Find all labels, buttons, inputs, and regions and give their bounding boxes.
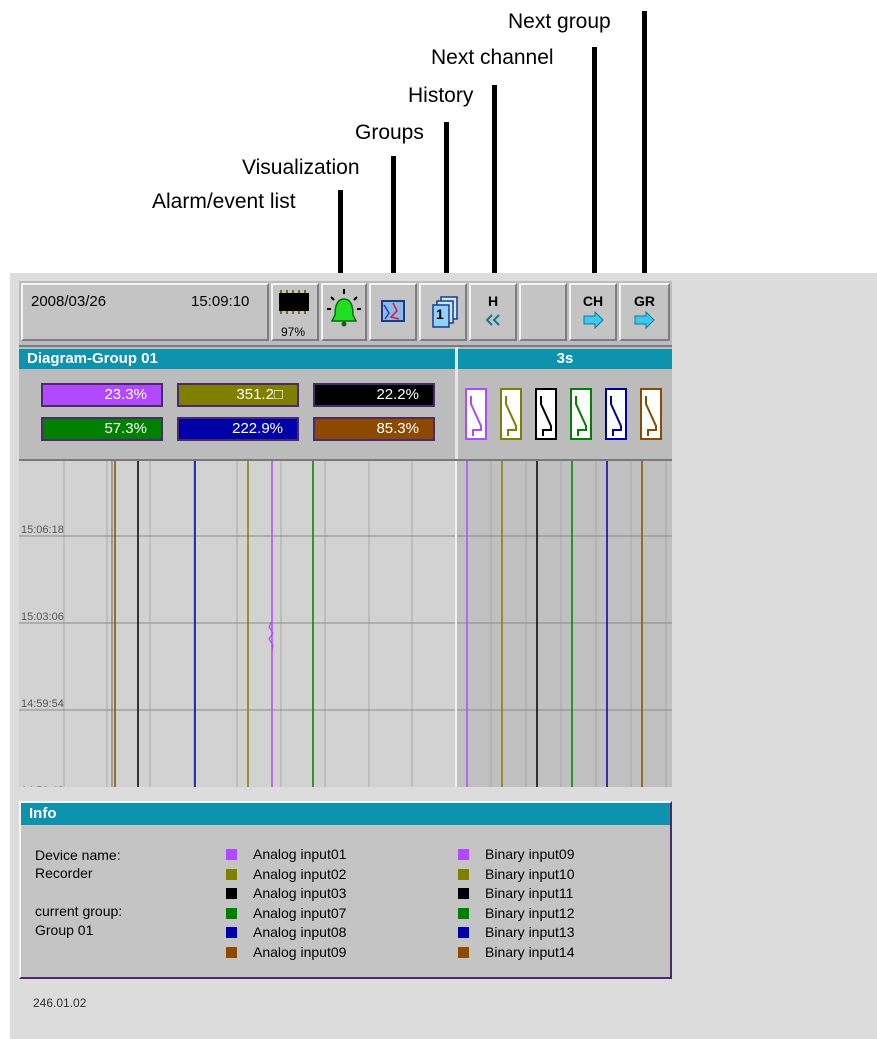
current-group-value: Group 01 <box>35 922 94 938</box>
analog-legend-item: Analog input07 <box>253 904 347 921</box>
legend-color-swatch <box>458 888 469 899</box>
channel-value-box: 23.3% <box>41 383 163 407</box>
callout-groups: Groups <box>355 121 424 144</box>
analog-legend-item: Analog input09 <box>253 943 347 960</box>
channel-value-box: 222.9% <box>177 417 299 441</box>
channel-value-box: 85.3% <box>313 417 435 441</box>
analog-legend-item: Analog input03 <box>253 885 347 901</box>
channel-value-box: 22.2% <box>313 383 435 407</box>
visualization-icon <box>381 300 405 322</box>
next-channel-button[interactable]: CH <box>569 283 617 341</box>
memory-button[interactable]: 97% <box>271 283 319 341</box>
callout-leader-history <box>492 85 497 288</box>
chart-speed: 3s <box>556 350 574 367</box>
empty-button[interactable] <box>519 283 567 341</box>
header-divider <box>455 347 458 459</box>
info-panel: Info Device name: Recorder current group… <box>19 801 672 979</box>
arrow-right-icon <box>583 310 604 330</box>
time-axis-label: 15:03:06 <box>21 611 64 623</box>
time-axis-label: 14:56:42 <box>21 785 64 787</box>
legend-color-swatch <box>226 907 237 919</box>
visualization-button[interactable] <box>369 283 417 341</box>
trend-chart-canvas: 15:06:18 15:03:06 14:59:54 14:56:42 <box>19 461 672 787</box>
rewind-icon <box>485 314 500 326</box>
next-group-button[interactable]: GR <box>619 283 670 341</box>
info-title-bar: Info <box>21 803 670 825</box>
alarm-bell-icon <box>327 289 361 327</box>
device-name-value: Recorder <box>35 865 93 881</box>
legend-color-swatch <box>458 907 469 919</box>
date-text: 2008/03/26 <box>31 293 107 310</box>
groups-button[interactable]: 1 <box>419 283 467 341</box>
legend-color-swatch <box>458 868 469 880</box>
callout-leader-next-group <box>642 11 647 288</box>
binary-legend-item: Binary input13 <box>485 924 575 940</box>
speed-title-bar: 3s <box>458 349 672 369</box>
binary-channel-icon <box>500 388 522 440</box>
analog-legend-item: Analog input02 <box>253 865 347 882</box>
memory-chip-icon <box>279 290 309 314</box>
binary-legend-item: Binary input12 <box>485 904 575 921</box>
binary-channel-icon <box>570 388 592 440</box>
analog-legend-item: Analog input08 <box>253 924 347 940</box>
channel-value-box: 57.3% <box>41 417 163 441</box>
callout-leader-groups <box>444 122 449 288</box>
time-axis-label: 14:59:54 <box>21 698 64 710</box>
diagram-title-bar: Diagram-Group 01 <box>19 349 455 369</box>
date-time-display: 2008/03/26 15:09:10 <box>21 283 269 341</box>
diagram-header: Diagram-Group 01 3s 23.3% 351.2□ 22.2% 57.3… <box>19 347 672 461</box>
binary-channel-icon <box>535 388 557 440</box>
legend-color-swatch <box>226 868 237 880</box>
trend-chart: 15:06:18 15:03:06 14:59:54 14:56:42 <box>19 461 672 787</box>
callout-next-group: Next group <box>508 10 611 33</box>
time-axis-label: 15:06:18 <box>21 524 64 536</box>
callout-history: History <box>408 84 474 107</box>
binary-legend-item: Binary input09 <box>485 846 575 862</box>
binary-chart-area <box>456 461 672 787</box>
time-text: 15:09:10 <box>191 293 250 310</box>
binary-channel-icon <box>640 388 662 440</box>
callout-leader-visualization <box>391 156 396 288</box>
callout-visualization: Visualization <box>242 156 360 179</box>
callout-next-channel: Next channel <box>431 46 554 69</box>
binary-legend-item: Binary input14 <box>485 943 575 960</box>
binary-channel-icon <box>465 388 487 440</box>
callout-alarm-event-list: Alarm/event list <box>152 190 296 213</box>
arrow-right-icon <box>634 310 655 330</box>
current-group-label: current group: <box>35 903 123 919</box>
binary-legend-item: Binary input11 <box>485 885 574 901</box>
diagram-title: Diagram-Group 01 <box>27 350 158 367</box>
legend-color-swatch <box>458 927 469 938</box>
alarm-event-list-button[interactable] <box>321 283 367 341</box>
legend-color-swatch <box>458 946 469 958</box>
binary-channel-icon <box>605 388 627 440</box>
version-text: 246.01.02 <box>33 996 87 1010</box>
device-name-label: Device name: <box>35 847 121 863</box>
memory-percent: 97% <box>281 325 306 339</box>
status-bar: 2008/03/26 15:09:10 97% 1 H CH GR <box>19 281 672 347</box>
legend-color-swatch <box>226 849 237 860</box>
group-number: 1 <box>436 306 444 322</box>
info-title: Info <box>29 805 57 822</box>
binary-legend-item: Binary input10 <box>485 865 575 882</box>
legend-color-swatch <box>458 849 469 860</box>
history-button[interactable]: H <box>469 283 517 341</box>
legend-color-swatch <box>226 888 237 899</box>
legend-color-swatch <box>226 927 237 938</box>
channel-value-box: 351.2□ <box>177 383 299 407</box>
callout-leader-next-channel <box>592 47 597 287</box>
legend-color-swatch <box>226 946 237 958</box>
analog-legend-item: Analog input01 <box>253 846 347 862</box>
